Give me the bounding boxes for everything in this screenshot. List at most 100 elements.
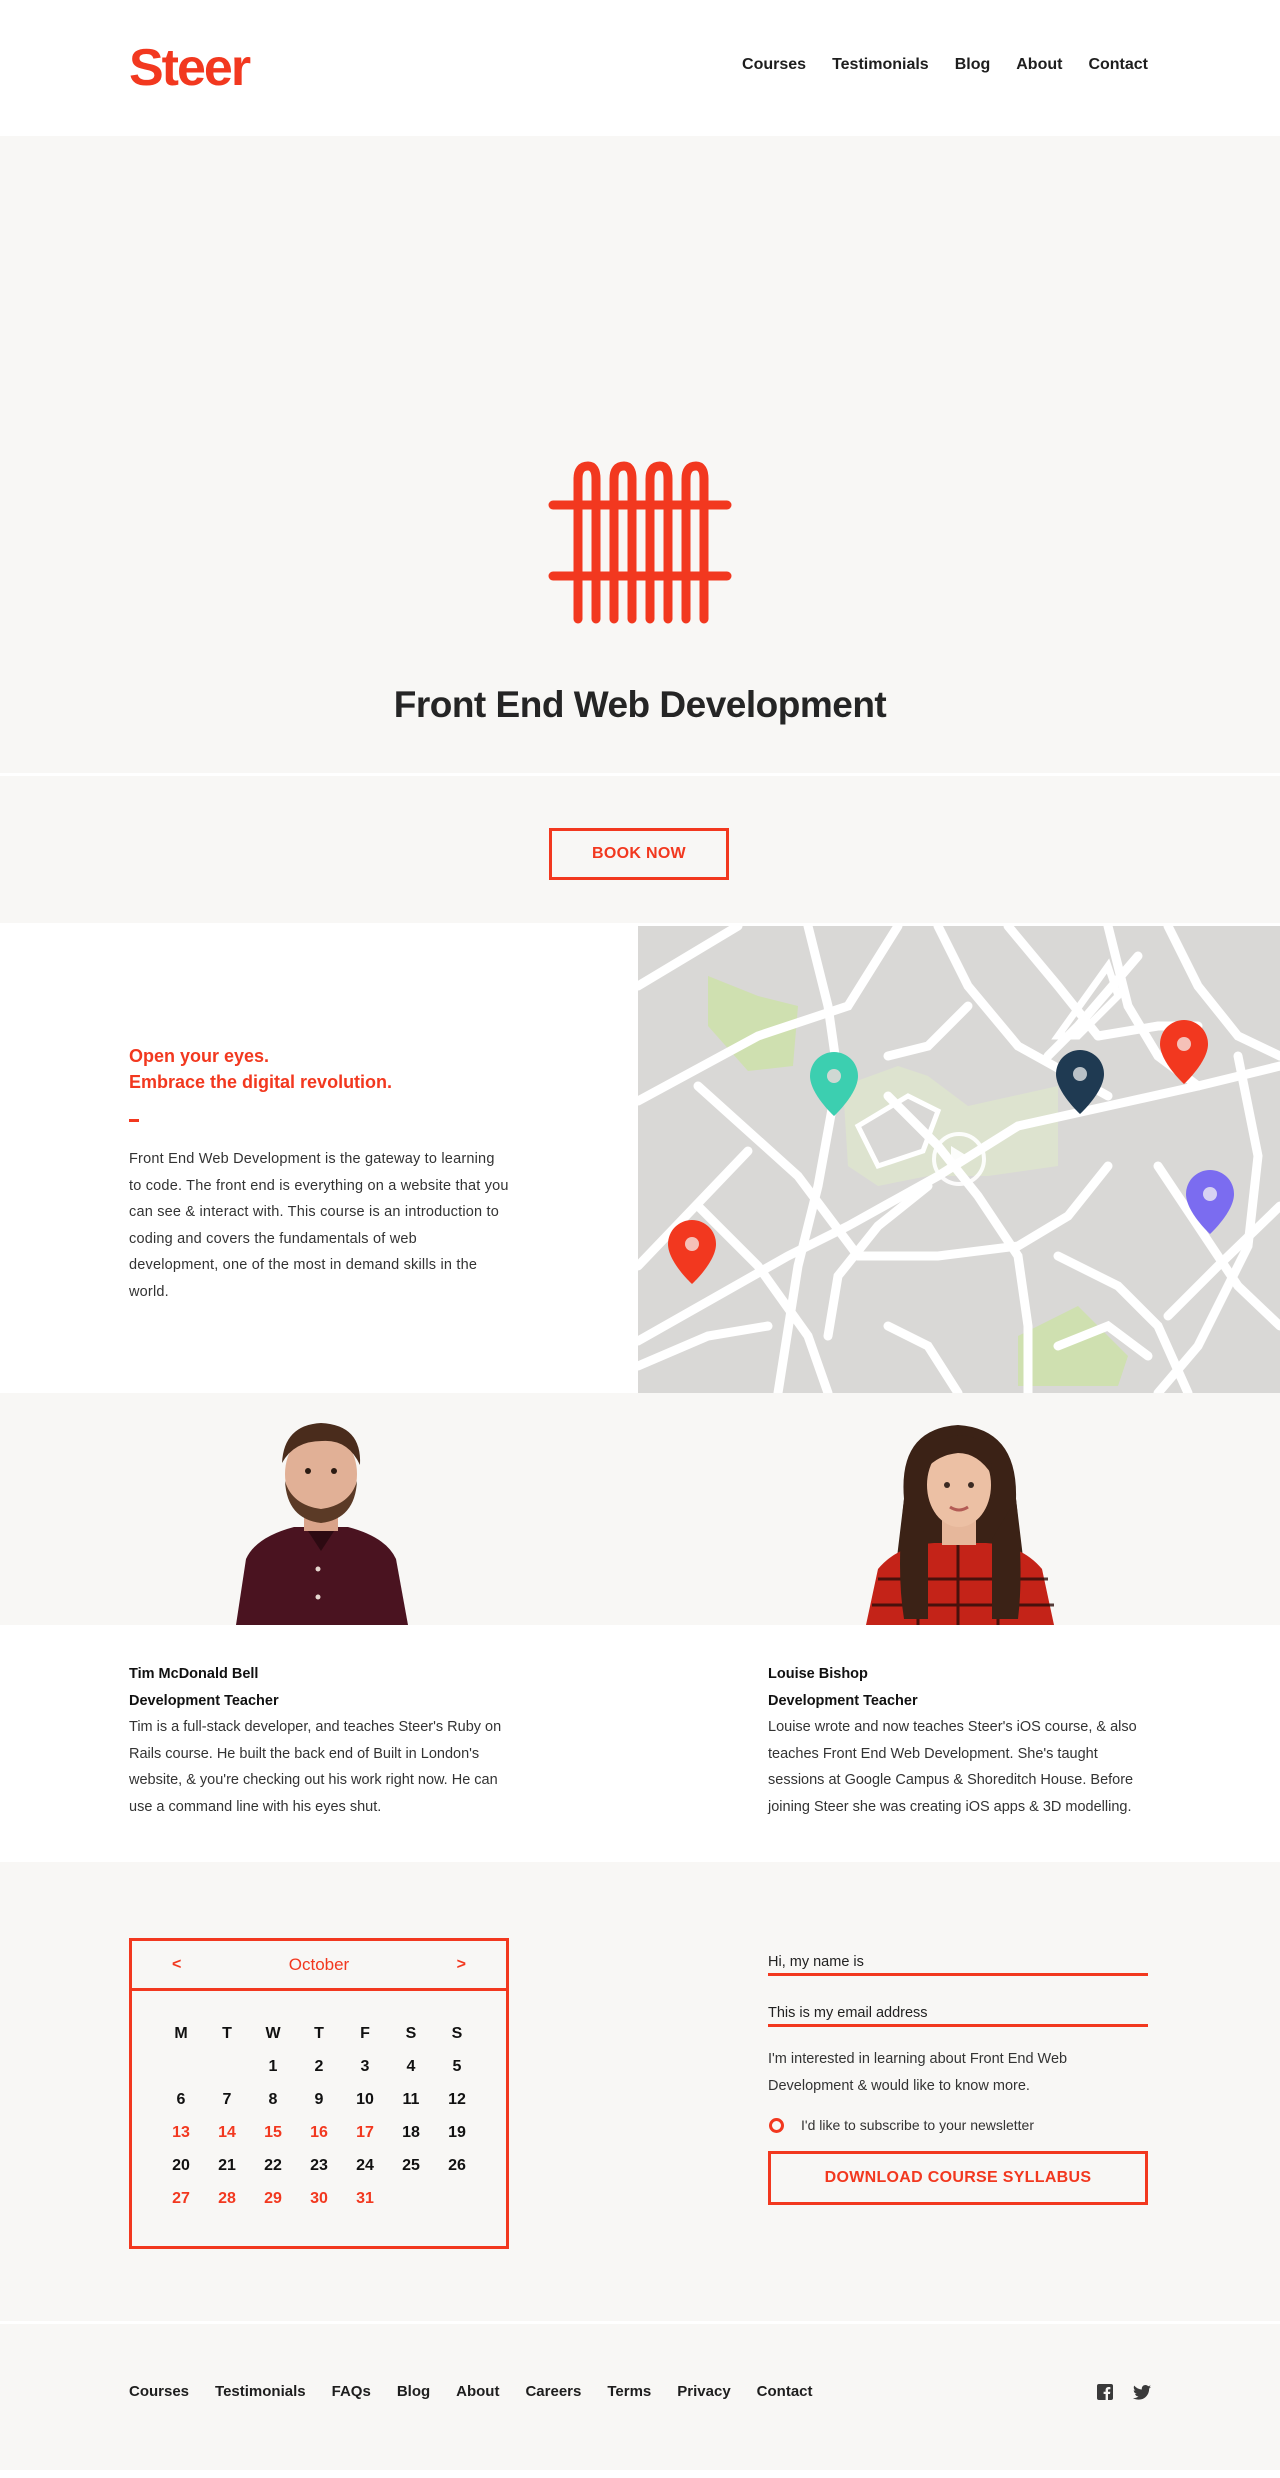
calendar-day[interactable]: 5 bbox=[434, 2054, 480, 2080]
calendar-day-course[interactable]: 27 bbox=[158, 2186, 204, 2212]
footer-privacy[interactable]: Privacy bbox=[677, 2383, 730, 2400]
footer-courses[interactable]: Courses bbox=[129, 2383, 189, 2400]
course-calendar: < October > M T W T F S S 1 2 3 4 5 6 7 8 9 10 11 12 13 14 15… bbox=[129, 1938, 509, 2249]
map-graphic bbox=[638, 926, 1280, 1393]
fence-icon bbox=[548, 461, 732, 624]
footer-faqs[interactable]: FAQs bbox=[332, 2383, 371, 2400]
intro-body: Front End Web Development is the gateway… bbox=[129, 1151, 509, 1300]
download-syllabus-button[interactable]: DOWNLOAD COURSE SYLLABUS bbox=[768, 2151, 1148, 2205]
footer-contact[interactable]: Contact bbox=[757, 2383, 813, 2400]
subscribe-radio[interactable] bbox=[769, 2117, 784, 2133]
enquiry-section: < October > M T W T F S S 1 2 3 4 5 6 7 8 9 10 11 12 13 14 15… bbox=[0, 1862, 1280, 2324]
next-month-button[interactable]: > bbox=[457, 1956, 466, 1974]
footer-about[interactable]: About bbox=[456, 2383, 499, 2400]
calendar-day[interactable]: 1 bbox=[250, 2054, 296, 2080]
teacher-bio-tim: Tim McDonald Bell Development Teacher Ti… bbox=[129, 1661, 509, 1820]
subscribe-label: I'd like to subscribe to your newsletter bbox=[801, 2117, 1035, 2133]
calendar-day[interactable]: 25 bbox=[388, 2153, 434, 2179]
calendar-day-course[interactable]: 17 bbox=[342, 2120, 388, 2146]
calendar-day-course[interactable]: 13 bbox=[158, 2120, 204, 2146]
footer-blog[interactable]: Blog bbox=[397, 2383, 430, 2400]
teacher-name: Louise Bishop bbox=[768, 1666, 868, 1682]
weekday-label: M bbox=[174, 2025, 188, 2042]
footer-terms[interactable]: Terms bbox=[607, 2383, 651, 2400]
prev-month-button[interactable]: < bbox=[172, 1956, 181, 1974]
calendar-day[interactable]: 2 bbox=[296, 2054, 342, 2080]
weekday-label: S bbox=[451, 2025, 463, 2042]
team-photos bbox=[0, 1393, 1280, 1625]
calendar-day[interactable]: 10 bbox=[342, 2087, 388, 2113]
form-note: I'm interested in learning about Front E… bbox=[768, 2051, 1068, 2094]
footer-careers[interactable]: Careers bbox=[525, 2383, 581, 2400]
calendar-day[interactable]: 26 bbox=[434, 2153, 480, 2179]
nav-testimonials[interactable]: Testimonials bbox=[832, 56, 929, 74]
teacher-bio-text: Louise wrote and now teaches Steer's iOS… bbox=[768, 1719, 1137, 1815]
book-now-button[interactable]: BOOK NOW bbox=[549, 828, 729, 880]
teacher-photo-tim bbox=[236, 1423, 408, 1625]
facebook-icon[interactable] bbox=[1097, 2384, 1113, 2400]
hero: Front End Web Development bbox=[0, 136, 1280, 776]
nav-about[interactable]: About bbox=[1016, 56, 1062, 74]
enquiry-form: Hi, my name is This is my email address … bbox=[768, 1944, 1148, 2205]
page-title: Front End Web Development bbox=[393, 684, 887, 725]
teacher-role: Development Teacher bbox=[768, 1692, 918, 1709]
intro-text: Open your eyes. Embrace the digital revo… bbox=[129, 1043, 509, 1305]
footer-testimonials[interactable]: Testimonials bbox=[215, 2383, 306, 2400]
nav-blog[interactable]: Blog bbox=[955, 56, 991, 74]
calendar-empty-cell bbox=[204, 2054, 250, 2080]
weekday-label: T bbox=[314, 2025, 324, 2042]
calendar-day[interactable]: 8 bbox=[250, 2087, 296, 2113]
teacher-photo-louise bbox=[866, 1425, 1054, 1625]
calendar-grid: M T W T F S S 1 2 3 4 5 6 7 8 9 10 11 12 13 14 15 16 17 18 19 20 21… bbox=[132, 2021, 506, 2212]
teacher-name: Tim McDonald Bell bbox=[129, 1666, 259, 1682]
team-info: Tim McDonald Bell Development Teacher Ti… bbox=[0, 1625, 1280, 1862]
footer-nav: Courses Testimonials FAQs Blog About Car… bbox=[129, 2383, 813, 2400]
weekday-label: W bbox=[265, 2025, 281, 2042]
name-field[interactable]: Hi, my name is bbox=[768, 1944, 1148, 1976]
calendar-day-course[interactable]: 30 bbox=[296, 2186, 342, 2212]
twitter-icon[interactable] bbox=[1133, 2384, 1151, 2400]
calendar-day[interactable]: 21 bbox=[204, 2153, 250, 2179]
calendar-day[interactable]: 4 bbox=[388, 2054, 434, 2080]
calendar-day-course[interactable]: 29 bbox=[250, 2186, 296, 2212]
calendar-header: < October > bbox=[132, 1941, 506, 1991]
teacher-role: Development Teacher bbox=[129, 1692, 279, 1709]
calendar-day[interactable]: 7 bbox=[204, 2087, 250, 2113]
site-header: Steer Courses Testimonials Blog About Co… bbox=[0, 0, 1280, 136]
calendar-day-course[interactable]: 31 bbox=[342, 2186, 388, 2212]
nav-courses[interactable]: Courses bbox=[742, 56, 806, 74]
calendar-day-course[interactable]: 16 bbox=[296, 2120, 342, 2146]
calendar-day[interactable]: 12 bbox=[434, 2087, 480, 2113]
subscribe-option[interactable]: I'd like to subscribe to your newsletter bbox=[768, 2117, 1148, 2133]
calendar-day[interactable]: 6 bbox=[158, 2087, 204, 2113]
calendar-day[interactable]: 11 bbox=[388, 2087, 434, 2113]
weekday-label: T bbox=[222, 2025, 232, 2042]
calendar-day[interactable]: 18 bbox=[388, 2120, 434, 2146]
calendar-day[interactable]: 24 bbox=[342, 2153, 388, 2179]
intro-headline-1: Open your eyes. bbox=[129, 1046, 270, 1066]
logo[interactable]: Steer bbox=[129, 38, 251, 98]
calendar-day[interactable]: 19 bbox=[434, 2120, 480, 2146]
calendar-day-course[interactable]: 15 bbox=[250, 2120, 296, 2146]
calendar-day-course[interactable]: 14 bbox=[204, 2120, 250, 2146]
teacher-bio-louise: Louise Bishop Development Teacher Louise… bbox=[768, 1661, 1148, 1820]
calendar-day[interactable]: 23 bbox=[296, 2153, 342, 2179]
calendar-day-course[interactable]: 28 bbox=[204, 2186, 250, 2212]
calendar-day[interactable]: 20 bbox=[158, 2153, 204, 2179]
weekday-label: F bbox=[360, 2025, 370, 2042]
book-section: BOOK NOW bbox=[0, 776, 1280, 926]
calendar-day[interactable]: 22 bbox=[250, 2153, 296, 2179]
course-intro: Open your eyes. Embrace the digital revo… bbox=[0, 926, 1280, 1393]
calendar-empty-cell bbox=[158, 2054, 204, 2080]
weekday-label: S bbox=[405, 2025, 417, 2042]
email-field[interactable]: This is my email address bbox=[768, 1995, 1148, 2027]
calendar-day[interactable]: 3 bbox=[342, 2054, 388, 2080]
location-map[interactable] bbox=[638, 926, 1280, 1393]
nav-contact[interactable]: Contact bbox=[1088, 56, 1148, 74]
teacher-bio-text: Tim is a full-stack developer, and teach… bbox=[129, 1719, 502, 1815]
site-footer: Courses Testimonials FAQs Blog About Car… bbox=[0, 2324, 1280, 2470]
calendar-day[interactable]: 9 bbox=[296, 2087, 342, 2113]
calendar-month: October bbox=[288, 1954, 350, 1974]
intro-headline-2: Embrace the digital revolution. bbox=[129, 1072, 393, 1092]
social-links bbox=[1097, 2384, 1151, 2400]
